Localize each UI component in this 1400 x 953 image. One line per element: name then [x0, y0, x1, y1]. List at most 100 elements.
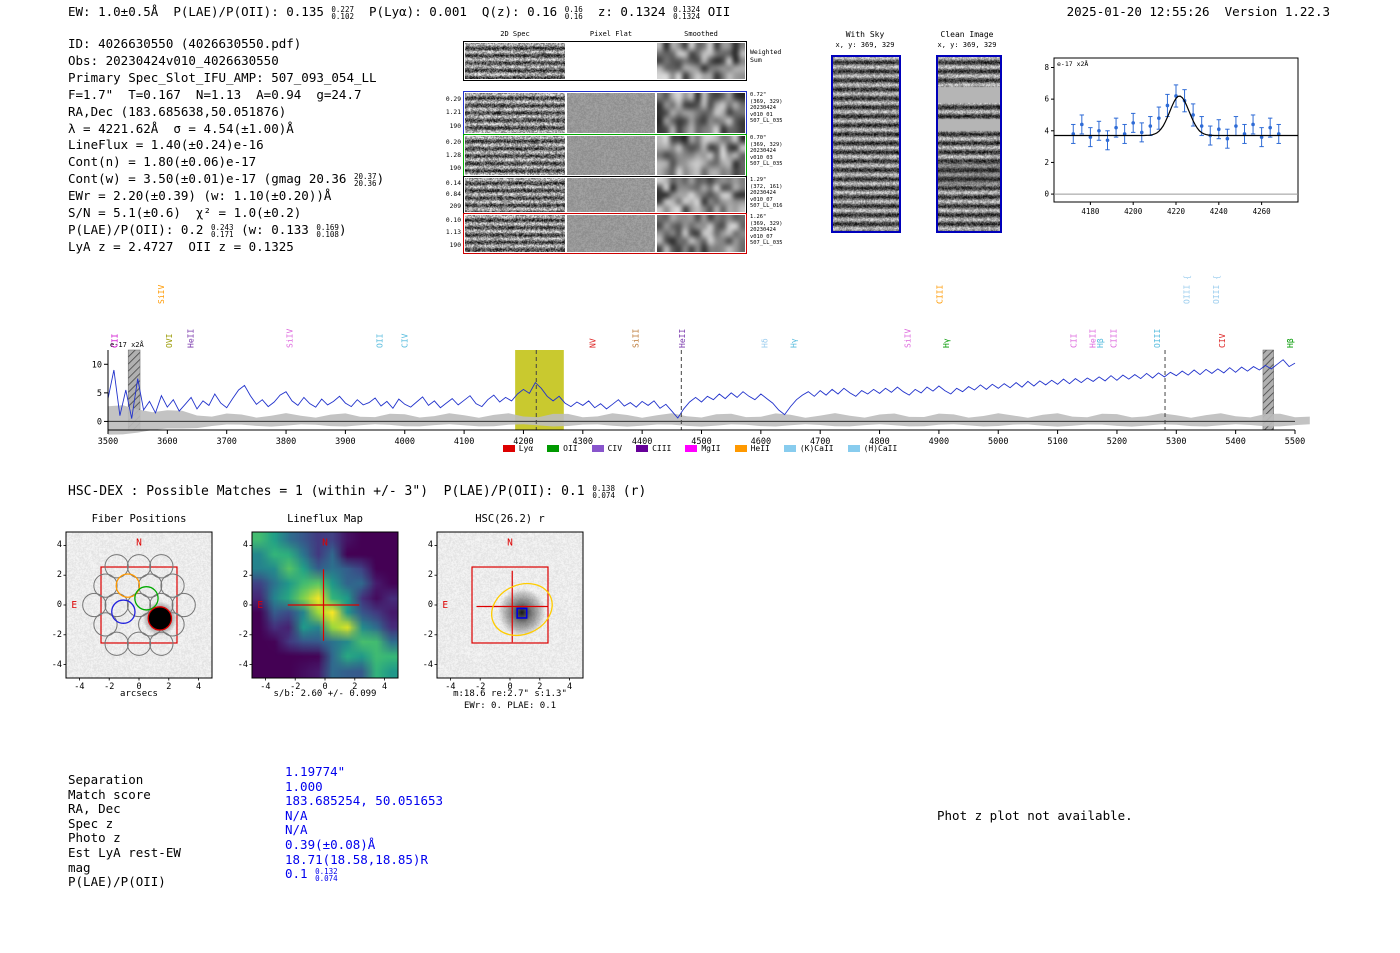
- spec2d-row-border: [463, 213, 747, 254]
- svg-text:e-17 x2Å: e-17 x2Å: [1057, 59, 1088, 68]
- match-row-label: Match score: [68, 787, 151, 802]
- legend-item: CIV: [592, 444, 622, 453]
- legend-label: (H)CaII: [864, 444, 898, 453]
- axis-tick: -2: [413, 630, 433, 640]
- info-line: Obs: 20230424v010_4026630550: [68, 53, 384, 70]
- spec2d-col-header: 2D Spec: [465, 30, 565, 38]
- with-sky-title: With Sky: [828, 30, 902, 39]
- with-sky-image: [831, 55, 901, 233]
- svg-text:OII: OII: [375, 333, 384, 348]
- axis-tick: 4: [413, 540, 433, 550]
- spec2d-row-right-labels: WeightedSum: [750, 49, 781, 64]
- svg-text:Hβ: Hβ: [1096, 338, 1105, 348]
- svg-text:HeII: HeII: [187, 329, 196, 348]
- axis-tick: -4: [413, 660, 433, 670]
- legend-swatch: [685, 445, 697, 452]
- match-row-value: 0.1 0.1320.074: [285, 866, 338, 882]
- svg-text:8: 8: [1044, 63, 1049, 72]
- svg-text:0: 0: [1044, 190, 1049, 199]
- svg-text:4180: 4180: [1081, 207, 1100, 216]
- fiber-positions-panel: Fiber Positions NE -4-4-2-2002244 arcsec…: [36, 512, 246, 722]
- match-row-value: 0.39(±0.08)Å: [285, 837, 375, 852]
- info-line: Cont(n) = 1.80(±0.06)e-17: [68, 154, 384, 171]
- axis-tick: 4: [228, 540, 248, 550]
- info-line: LineFlux = 1.40(±0.24)e-16: [68, 137, 384, 154]
- svg-text:0: 0: [97, 417, 102, 427]
- info-line: RA,Dec (183.685638,50.051876): [68, 104, 384, 121]
- svg-text:Hγ: Hγ: [942, 338, 951, 348]
- info-line: Primary Spec_Slot_IFU_AMP: 507_093_054_L…: [68, 70, 384, 87]
- info-line: ID: 4026630550 (4026630550.pdf): [68, 36, 384, 53]
- spec2d-col-header: Smoothed: [657, 30, 745, 38]
- line-fit-plot: 4180 4200 4220 4240 4260 0 2 4 6 8 e-17 x2Å: [1030, 50, 1350, 230]
- svg-text:4200: 4200: [1124, 207, 1143, 216]
- legend-swatch: [784, 445, 796, 452]
- svg-text:CII: CII: [111, 333, 120, 348]
- spec2d-row-left-labels: 0.101.13190: [433, 215, 461, 252]
- hsc-cutout-xlabel: m:18.6 re:2.7" s:1.3": [425, 689, 595, 699]
- fiber-positions-xlabel: arcsecs: [54, 689, 224, 699]
- match-row-label: Est LyA rest-EW: [68, 845, 181, 860]
- svg-text:OIII {: OIII {: [1182, 275, 1191, 304]
- photz-note: Phot z plot not available.: [937, 808, 1133, 823]
- svg-text:4240: 4240: [1210, 207, 1229, 216]
- spec2d-row-left-labels: 0.291.21190: [433, 93, 461, 133]
- stacked-value: 0.2430.171: [211, 224, 234, 238]
- stacked-value: 0.2270.102: [331, 6, 354, 20]
- legend-swatch: [735, 445, 747, 452]
- stacked-value: 0.1690.108: [316, 224, 339, 238]
- stacked-value: 0.1380.074: [592, 485, 615, 499]
- spec2d-row-right-labels: 0.72"(369, 329)20230424v010_01507_LL_035: [750, 92, 782, 125]
- spec2d-row-right-labels: 0.70"(369, 329)20230424v010_03507_LL_035: [750, 135, 782, 168]
- svg-text:4: 4: [1044, 126, 1049, 135]
- info-line: LyA z = 2.4727 OII z = 0.1325: [68, 239, 384, 256]
- svg-text:6: 6: [1044, 95, 1049, 104]
- stacked-value: 0.1320.074: [315, 868, 338, 882]
- svg-text:4260: 4260: [1253, 207, 1272, 216]
- svg-text:CIII: CIII: [936, 285, 945, 304]
- stacked-value: 0.160.16: [565, 6, 583, 20]
- axis-tick: 4: [42, 540, 62, 550]
- legend-label: HeII: [751, 444, 770, 453]
- match-table-row: Spec zN/A: [68, 816, 113, 831]
- svg-text:2: 2: [1044, 158, 1049, 167]
- match-table-row: RA, Dec183.685254, 50.051653: [68, 801, 121, 816]
- clean-image-title: Clean Image: [928, 30, 1006, 39]
- match-row-label: Spec z: [68, 816, 113, 831]
- axis-tick: 0: [413, 600, 433, 610]
- svg-text:5: 5: [97, 389, 102, 399]
- axis-tick: -2: [42, 630, 62, 640]
- legend-item: (H)CaII: [848, 444, 898, 453]
- header-timestamp: 2025-01-20 12:55:26 Version 1.22.3: [1067, 4, 1330, 21]
- spec2d-row-border: [463, 91, 747, 135]
- legend-label: CIV: [608, 444, 622, 453]
- stacked-value: 20.3720.36: [354, 173, 377, 187]
- axis-tick: -4: [42, 660, 62, 670]
- info-line: λ = 4221.62Å σ = 4.54(±1.00)Å: [68, 121, 384, 138]
- match-table-row: Est LyA rest-EW0.39(±0.08)Å: [68, 845, 181, 860]
- axis-tick: 0: [228, 600, 248, 610]
- svg-text:HeII: HeII: [678, 329, 687, 348]
- match-row-label: Photo z: [68, 830, 121, 845]
- spec2d-col-header: Pixel Flat: [567, 30, 655, 38]
- axis-tick: 2: [413, 570, 433, 580]
- match-table-row: Photo zN/A: [68, 830, 121, 845]
- legend-label: OII: [563, 444, 577, 453]
- lineflux-map-xlabel: s/b: 2.60 +/- 0.099: [240, 689, 410, 699]
- legend-swatch: [592, 445, 604, 452]
- match-table-row: mag18.71(18.58,18.85)R: [68, 860, 91, 875]
- spec2d-row-right-labels: 1.29"(372, 161)20230424v010_07507_LL_016: [750, 177, 782, 210]
- match-row-label: mag: [68, 860, 91, 875]
- legend-item: HeII: [735, 444, 770, 453]
- elixer-report-page: EW: 1.0±0.5Å P(LAE)/P(OII): 0.135 0.2270…: [0, 0, 1400, 953]
- lineflux-map-panel: Lineflux Map NE -4-4-2-2002244 s/b: 2.60…: [222, 512, 432, 722]
- spec2d-row-border: [463, 176, 747, 214]
- match-row-label: RA, Dec: [68, 801, 121, 816]
- match-row-value: 18.71(18.58,18.85)R: [285, 852, 428, 867]
- svg-text:4220: 4220: [1167, 207, 1186, 216]
- legend-swatch: [503, 445, 515, 452]
- legend-label: Lyα: [519, 444, 533, 453]
- match-row-value: 1.000: [285, 779, 323, 794]
- match-row-value: 1.19774": [285, 764, 345, 779]
- axis-tick: 2: [228, 570, 248, 580]
